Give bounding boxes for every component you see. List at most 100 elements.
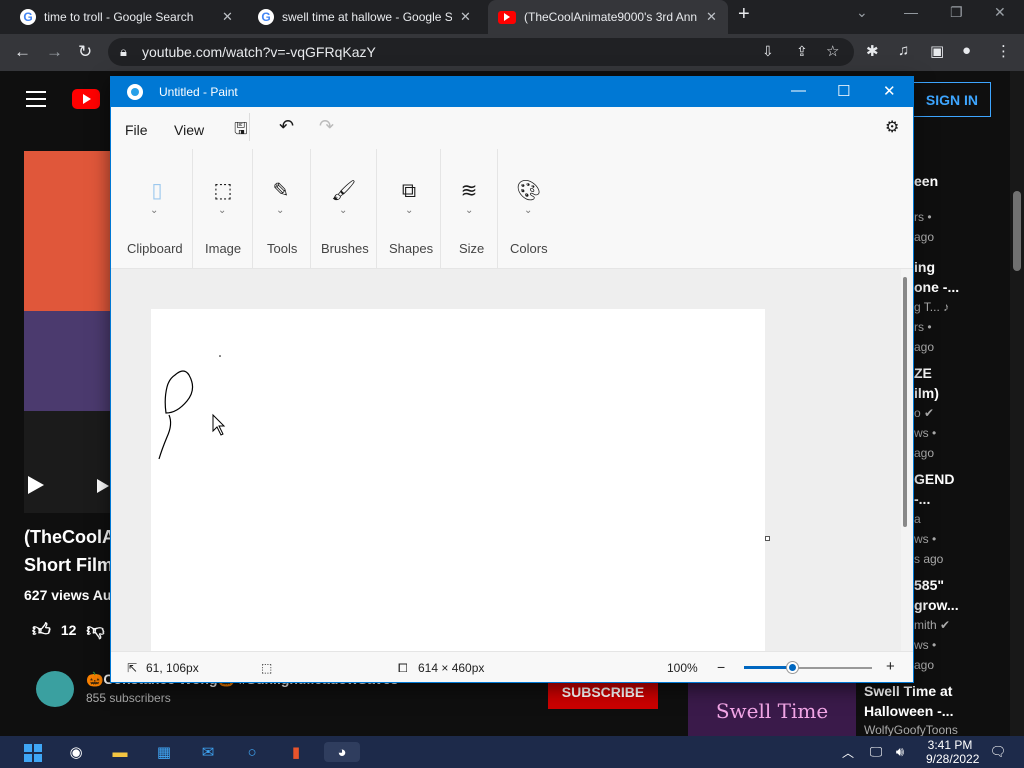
paint-taskbar-icon[interactable]: ◕ xyxy=(324,742,360,762)
cortana-icon[interactable]: ○ xyxy=(242,742,262,762)
close-icon[interactable]: ✕ xyxy=(883,82,896,100)
like-bar: 👍︎ 12 👎︎ xyxy=(32,619,105,641)
forward-icon[interactable]: → xyxy=(46,42,63,62)
related-video-text[interactable]: ing xyxy=(914,257,1010,277)
sign-in-button[interactable]: SIGN IN xyxy=(908,82,991,117)
chevron-down-icon: ⌄ xyxy=(150,205,159,216)
share-icon[interactable]: ⇪ xyxy=(796,43,808,60)
file-explorer-icon[interactable]: ▬ xyxy=(110,742,130,762)
bookmark-star-icon[interactable]: ☆ xyxy=(826,42,839,60)
browser-tab-2[interactable]: G swell time at hallowe - Google Sea ✕ xyxy=(248,0,484,34)
thumbs-up-icon[interactable]: 👍︎ xyxy=(32,619,51,641)
related-video-text[interactable]: een xyxy=(914,171,1010,191)
youtube-icon xyxy=(498,10,516,24)
windows-start-icon[interactable] xyxy=(24,744,42,762)
close-window-icon[interactable]: ✕ xyxy=(994,4,1006,21)
tab-search-icon[interactable]: ⌄ xyxy=(856,4,868,21)
zoom-in-icon[interactable]: + xyxy=(886,658,895,675)
video-player[interactable] xyxy=(24,151,110,513)
ribbon-group-tools[interactable]: ✎ ⌄ Tools xyxy=(253,149,311,269)
zoom-out-icon[interactable]: − xyxy=(717,659,725,675)
ribbon-group-image[interactable]: ⬚ ⌄ Image xyxy=(193,149,253,269)
browser-tab-3-active[interactable]: (TheCoolAnimate9000's 3rd Ann ✕ xyxy=(488,0,728,34)
maximize-icon[interactable]: ☐ xyxy=(837,82,850,100)
side-panel-icon[interactable]: ▣ xyxy=(930,42,944,60)
ribbon-label: Size xyxy=(459,241,485,256)
extensions-icon[interactable]: ✱ xyxy=(866,42,879,60)
chrome-menu-icon[interactable]: ⋮ xyxy=(996,42,1011,60)
system-clock[interactable]: 3:41 PM 9/28/2022 xyxy=(926,738,979,766)
ribbon-group-size[interactable]: ≋ ⌄ Size xyxy=(441,149,498,269)
zoom-slider-handle[interactable] xyxy=(787,662,798,673)
related-video-title[interactable]: Swell Time at Halloween -... xyxy=(864,681,994,721)
zoom-percent: 100% xyxy=(667,661,698,675)
url-text: youtube.com/watch?v=-vqGFRqKazY xyxy=(142,44,376,60)
related-video-text[interactable]: -... xyxy=(914,489,1010,509)
related-video-text: ago xyxy=(914,446,935,460)
view-count: 627 views Au xyxy=(24,587,110,603)
reload-icon[interactable]: ↻ xyxy=(78,42,92,62)
undo-icon[interactable]: ↶ xyxy=(279,116,294,137)
install-icon[interactable]: ⇩ xyxy=(762,43,774,60)
paint-status-bar: ⇱ 61, 106px ⬚ ⧠ 614 × 460px 100% − + xyxy=(111,651,913,682)
thumbs-down-icon[interactable]: 👎︎ xyxy=(86,619,104,641)
close-tab-icon[interactable]: ✕ xyxy=(222,9,233,25)
new-tab-icon[interactable]: + xyxy=(738,3,750,26)
related-video-text[interactable]: GEND xyxy=(914,469,1010,489)
related-video-text[interactable]: one -... xyxy=(914,277,1010,297)
related-video-text[interactable]: ilm) xyxy=(914,383,1010,403)
ribbon-group-colors[interactable]: 🎨︎ ⌄ Colors xyxy=(498,149,558,269)
close-tab-icon[interactable]: ✕ xyxy=(460,9,471,25)
ribbon-label: Clipboard xyxy=(127,241,183,256)
ribbon-label: Colors xyxy=(510,241,548,256)
ribbon-group-clipboard[interactable]: ▯ ⌄ Clipboard xyxy=(111,149,193,269)
related-video-text[interactable]: grow... xyxy=(914,595,1010,615)
scrollbar-thumb[interactable] xyxy=(1013,191,1021,271)
page-scrollbar[interactable] xyxy=(1010,71,1024,736)
close-tab-icon[interactable]: ✕ xyxy=(706,9,717,25)
minimize-icon[interactable]: — xyxy=(904,4,918,20)
paint-title-bar[interactable]: Untitled - Paint — ☐ ✕ xyxy=(111,77,913,107)
zoom-slider-fill xyxy=(744,666,792,669)
microsoft-store-icon[interactable]: ▦ xyxy=(154,742,174,762)
canvas-resize-handle[interactable] xyxy=(765,536,770,541)
minimize-icon[interactable]: — xyxy=(791,82,806,99)
play-icon[interactable] xyxy=(28,476,44,494)
related-video-text[interactable]: ZE xyxy=(914,363,1010,383)
related-video-thumbnail[interactable]: Swell Time xyxy=(688,683,856,739)
youtube-logo-icon[interactable] xyxy=(72,89,100,109)
redo-icon[interactable]: ↷ xyxy=(319,116,334,137)
volume-icon[interactable]: 🔊︎ xyxy=(890,742,910,762)
related-video-text: a xyxy=(914,512,921,526)
save-icon[interactable]: 🖫 xyxy=(234,118,248,145)
menu-view[interactable]: View xyxy=(174,122,204,138)
ribbon-group-brushes[interactable]: 🖌︎ ⌄ Brushes xyxy=(311,149,377,269)
media-control-icon[interactable]: ♫ xyxy=(898,42,909,59)
video-frame-middle xyxy=(24,311,110,411)
ribbon-group-shapes[interactable]: ⧉ ⌄ Shapes xyxy=(377,149,441,269)
back-icon[interactable]: ← xyxy=(14,42,31,62)
related-video-text[interactable]: 585" xyxy=(914,575,1010,595)
network-icon[interactable]: 🖵︎ xyxy=(866,742,886,762)
next-video-icon[interactable] xyxy=(97,479,109,493)
browser-toolbar: ← → ↻ 🔒︎ youtube.com/watch?v=-vqGFRqKazY… xyxy=(0,34,1024,71)
mail-icon[interactable]: ✉ xyxy=(198,742,218,762)
channel-avatar[interactable] xyxy=(36,671,74,707)
notifications-icon[interactable]: 🗨︎ xyxy=(988,742,1008,762)
profile-icon[interactable]: ● xyxy=(962,42,971,59)
restore-icon[interactable]: ❐ xyxy=(950,4,963,21)
ribbon-label: Shapes xyxy=(389,241,434,256)
chevron-down-icon: ⌄ xyxy=(405,205,414,216)
menu-file[interactable]: File xyxy=(125,122,148,138)
account-settings-icon[interactable]: ⚙ xyxy=(885,117,899,137)
menu-hamburger-icon[interactable] xyxy=(26,91,46,112)
office-icon[interactable]: ▮ xyxy=(286,742,306,762)
address-bar[interactable]: 🔒︎ youtube.com/watch?v=-vqGFRqKazY ⇩ ⇪ ☆ xyxy=(108,38,854,66)
selection-size-icon: ⬚ xyxy=(261,661,273,675)
canvas-vertical-scrollbar[interactable] xyxy=(903,277,907,527)
show-hidden-icons-icon[interactable]: ︿ xyxy=(838,742,858,762)
drawing-canvas[interactable] xyxy=(151,309,765,651)
chrome-taskbar-icon[interactable]: ◉ xyxy=(66,742,86,762)
browser-tab-1[interactable]: G time to troll - Google Search ✕ xyxy=(10,0,246,34)
shapes-icon: ⧉ xyxy=(401,180,417,202)
